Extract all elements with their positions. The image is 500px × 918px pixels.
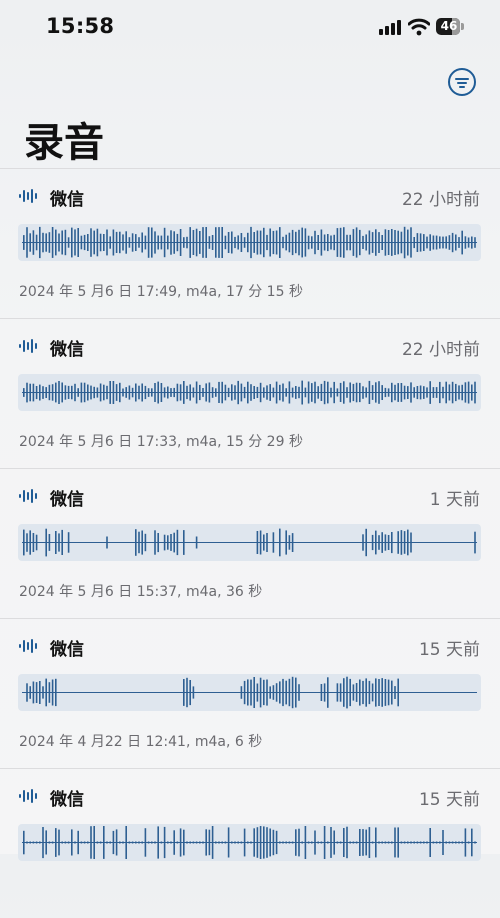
recording-time-ago: 15 天前	[418, 790, 480, 810]
recording-meta: 2024 年 5 月6 日 15:37, m4a, 36 秒	[19, 584, 263, 600]
recording-meta: 2024 年 5 月6 日 17:49, m4a, 17 分 15 秒	[19, 284, 303, 300]
recording-title: 微信	[50, 790, 84, 810]
waveform-icon	[19, 639, 37, 653]
recording-title: 微信	[50, 340, 84, 360]
recording-waveform[interactable]	[18, 824, 481, 861]
recording-time-ago: 22 小时前	[401, 340, 480, 360]
recordings-list: 微信 22 小时前 2024 年 5 月6 日 17:49, m4a, 17 分 1…	[0, 168, 500, 918]
filter-icon[interactable]	[448, 68, 476, 96]
battery-percent: 46	[440, 19, 458, 33]
recording-item[interactable]: 微信 15 天前	[0, 768, 500, 918]
recording-title: 微信	[50, 490, 84, 510]
recording-item[interactable]: 微信 15 天前 2024 年 4 月22 日 12:41, m4a, 6 秒	[0, 618, 500, 768]
recording-item[interactable]: 微信 22 小时前 2024 年 5 月6 日 17:49, m4a, 17 分 1…	[0, 168, 500, 318]
recording-time-ago: 15 天前	[418, 640, 480, 660]
recording-time-ago: 22 小时前	[401, 190, 480, 210]
recording-waveform[interactable]	[18, 224, 481, 261]
recording-waveform[interactable]	[18, 374, 481, 411]
recording-meta: 2024 年 5 月6 日 17:33, m4a, 15 分 29 秒	[19, 434, 303, 450]
recording-item[interactable]: 微信 22 小时前 2024 年 5 月6 日 17:33, m4a, 15 分 2…	[0, 318, 500, 468]
recording-waveform[interactable]	[18, 674, 481, 711]
waveform-icon	[19, 339, 37, 353]
status-time: 15:58	[46, 14, 115, 38]
recording-time-ago: 1 天前	[429, 490, 480, 510]
recording-meta: 2024 年 4 月22 日 12:41, m4a, 6 秒	[19, 734, 263, 750]
recording-waveform[interactable]	[18, 524, 481, 561]
waveform-icon	[19, 189, 37, 203]
page-title: 录音	[24, 120, 104, 166]
status-bar: 15:58 46	[0, 0, 500, 56]
recording-title: 微信	[50, 640, 84, 660]
cellular-signal-icon	[379, 20, 401, 35]
recording-title: 微信	[50, 190, 84, 210]
battery-icon: 46	[436, 18, 466, 36]
wifi-icon	[408, 18, 430, 36]
recording-item[interactable]: 微信 1 天前 2024 年 5 月6 日 15:37, m4a, 36 秒	[0, 468, 500, 618]
waveform-icon	[19, 489, 37, 503]
waveform-icon	[19, 789, 37, 803]
